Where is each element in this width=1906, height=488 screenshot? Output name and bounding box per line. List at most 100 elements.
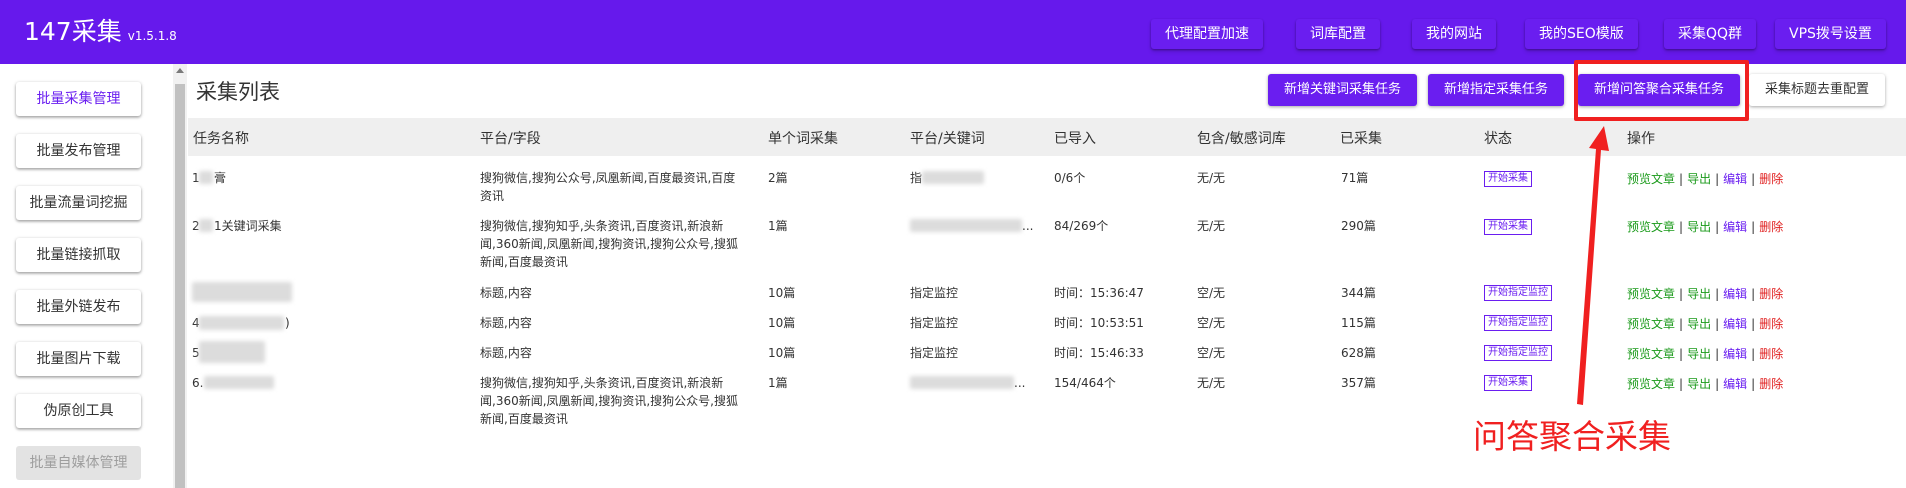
sidebar-item-link-crawl[interactable]: 批量链接抓取: [16, 238, 141, 272]
preview-link[interactable]: 预览文章: [1627, 287, 1675, 301]
platform-line-2: 资讯: [480, 189, 505, 203]
nav-qq-group-button[interactable]: 采集QQ群: [1664, 19, 1757, 49]
sidebar-item-traffic-keywords[interactable]: 批量流量词挖掘: [16, 186, 141, 220]
export-link[interactable]: 导出: [1687, 220, 1711, 234]
keyword: 指: [910, 171, 923, 185]
preview-link[interactable]: 预览文章: [1627, 347, 1675, 361]
redacted-text: [204, 376, 274, 389]
scrollbar-thumb[interactable]: [175, 84, 185, 488]
task-name-suffix: ): [285, 316, 290, 330]
collected-count: 344篇: [1341, 286, 1376, 300]
col-imported: 已导入: [1054, 131, 1096, 147]
scroll-up-icon[interactable]: [176, 68, 184, 73]
sidebar: 批量采集管理 批量发布管理 批量流量词挖掘 批量链接抓取 批量外链发布 批量图片…: [0, 64, 172, 488]
delete-link[interactable]: 删除: [1759, 347, 1783, 361]
edit-link[interactable]: 编辑: [1723, 220, 1747, 234]
add-specified-task-button[interactable]: 新增指定采集任务: [1428, 74, 1565, 106]
row-actions: 预览文章 | 导出 | 编辑 | 删除: [1627, 345, 1783, 362]
app-title: 147采集: [24, 17, 122, 46]
app-version: v1.5.1.8: [127, 29, 177, 43]
separator: |: [1679, 317, 1684, 331]
nav-vps-dial-button[interactable]: VPS拨号设置: [1775, 19, 1886, 49]
keyword: ...: [1022, 219, 1034, 233]
delete-link[interactable]: 删除: [1759, 220, 1783, 234]
per-word-count: 2篇: [768, 171, 788, 185]
per-word-count: 10篇: [768, 316, 796, 330]
separator: |: [1679, 347, 1684, 361]
imported-time: 时间：15:36:47: [1054, 286, 1144, 300]
sidebar-item-batch-publish[interactable]: 批量发布管理: [16, 134, 141, 168]
delete-link[interactable]: 删除: [1759, 317, 1783, 331]
separator: |: [1751, 220, 1756, 234]
edit-link[interactable]: 编辑: [1723, 287, 1747, 301]
separator: |: [1715, 317, 1720, 331]
separator: |: [1751, 347, 1756, 361]
start-collect-button[interactable]: 开始采集: [1484, 171, 1532, 187]
task-name-suffix: 膏: [214, 171, 227, 185]
export-link[interactable]: 导出: [1687, 377, 1711, 391]
task-name-suffix: 1关键词采集: [214, 219, 282, 233]
edit-link[interactable]: 编辑: [1723, 172, 1747, 186]
redacted-text: [192, 282, 292, 302]
delete-link[interactable]: 删除: [1759, 172, 1783, 186]
imported-time: 时间：10:53:51: [1054, 316, 1144, 330]
sidebar-item-batch-collect[interactable]: 批量采集管理: [16, 82, 141, 116]
edit-link[interactable]: 编辑: [1723, 347, 1747, 361]
per-word-count: 10篇: [768, 286, 796, 300]
title-dedup-config-button[interactable]: 采集标题去重配置: [1749, 74, 1886, 106]
filter-lexicon: 空/无: [1197, 346, 1226, 360]
redacted-text: [199, 219, 213, 232]
imported-time: 时间：15:46:33: [1054, 346, 1144, 360]
edit-link[interactable]: 编辑: [1723, 317, 1747, 331]
export-link[interactable]: 导出: [1687, 287, 1711, 301]
keyword: 指定监控: [910, 316, 959, 330]
start-monitor-button[interactable]: 开始指定监控: [1484, 345, 1552, 361]
filter-lexicon: 空/无: [1197, 316, 1226, 330]
app-brand[interactable]: 147采集 v1.5.1.8: [24, 18, 177, 50]
per-word-count: 1篇: [768, 376, 788, 390]
annotation-highlight-box: [1574, 60, 1749, 121]
col-status: 状态: [1484, 131, 1512, 147]
edit-link[interactable]: 编辑: [1723, 377, 1747, 391]
separator: |: [1715, 172, 1720, 186]
delete-link[interactable]: 删除: [1759, 287, 1783, 301]
collected-count: 357篇: [1341, 376, 1376, 390]
annotation-label: 问答聚合采集: [1473, 417, 1671, 456]
separator: |: [1679, 287, 1684, 301]
nav-lexicon-config-button[interactable]: 词库配置: [1296, 19, 1380, 49]
platform-line-1: 标题,内容: [480, 316, 532, 330]
preview-link[interactable]: 预览文章: [1627, 377, 1675, 391]
preview-link[interactable]: 预览文章: [1627, 317, 1675, 331]
col-filter-lexicon: 包含/敏感词库: [1197, 131, 1286, 147]
sidebar-item-image-download[interactable]: 批量图片下载: [16, 342, 141, 376]
preview-link[interactable]: 预览文章: [1627, 220, 1675, 234]
start-collect-button[interactable]: 开始采集: [1484, 375, 1532, 391]
separator: |: [1715, 287, 1720, 301]
sidebar-item-media-manage[interactable]: 批量自媒体管理: [16, 446, 141, 480]
redacted-text: [199, 171, 213, 184]
nav-proxy-config-button[interactable]: 代理配置加速: [1151, 19, 1263, 49]
per-word-count: 10篇: [768, 346, 796, 360]
imported-count: 84/269个: [1054, 219, 1109, 233]
export-link[interactable]: 导出: [1687, 172, 1711, 186]
page-title: 采集列表: [196, 80, 280, 104]
sidebar-item-backlink-publish[interactable]: 批量外链发布: [16, 290, 141, 324]
col-platform-keyword: 平台/关键词: [910, 131, 985, 147]
delete-link[interactable]: 删除: [1759, 377, 1783, 391]
start-monitor-button[interactable]: 开始指定监控: [1484, 285, 1552, 301]
platform-line-3: 新闻,百度最资讯: [480, 412, 568, 426]
imported-count: 0/6个: [1054, 171, 1086, 185]
start-collect-button[interactable]: 开始采集: [1484, 219, 1532, 235]
row-actions: 预览文章 | 导出 | 编辑 | 删除: [1627, 375, 1783, 392]
separator: |: [1679, 220, 1684, 234]
col-task-name: 任务名称: [193, 131, 249, 147]
add-keyword-task-button[interactable]: 新增关键词采集任务: [1268, 74, 1418, 106]
export-link[interactable]: 导出: [1687, 317, 1711, 331]
nav-seo-template-button[interactable]: 我的SEO模版: [1525, 19, 1638, 49]
sidebar-item-pseudo-original[interactable]: 伪原创工具: [16, 394, 141, 428]
export-link[interactable]: 导出: [1687, 347, 1711, 361]
keyword: 指定监控: [910, 346, 959, 360]
start-monitor-button[interactable]: 开始指定监控: [1484, 315, 1552, 331]
preview-link[interactable]: 预览文章: [1627, 172, 1675, 186]
nav-my-sites-button[interactable]: 我的网站: [1412, 19, 1496, 49]
